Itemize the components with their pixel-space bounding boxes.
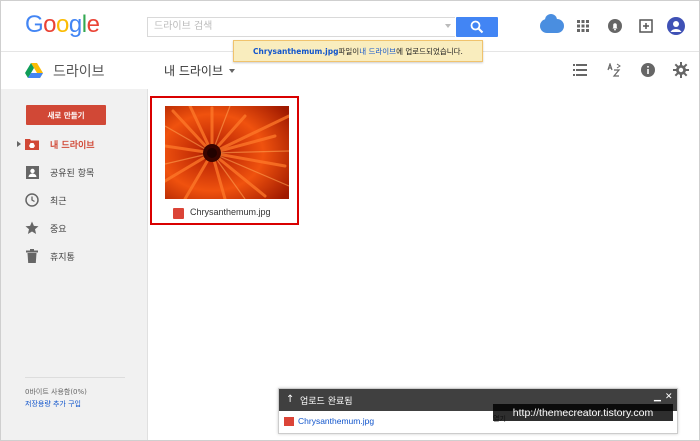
search-icon xyxy=(470,20,484,34)
watermark: http://themecreator.tistory.com xyxy=(493,404,673,421)
image-file-icon xyxy=(173,208,184,219)
search-options-caret-icon[interactable] xyxy=(445,24,451,28)
star-icon xyxy=(25,221,39,235)
cloud-icon[interactable] xyxy=(540,14,564,33)
file-name: Chrysanthemum.jpg xyxy=(190,207,271,217)
image-file-icon xyxy=(284,417,294,426)
sidebar-item-label: 최근 xyxy=(50,196,67,207)
search-button[interactable] xyxy=(456,17,498,37)
toast-text: 파일이 xyxy=(338,46,360,56)
info-icon[interactable] xyxy=(639,61,657,79)
upload-panel-title: 업로드 완료됨 xyxy=(300,397,353,407)
logo-letter: o xyxy=(43,11,57,38)
share-plus-icon[interactable] xyxy=(637,17,655,35)
logo-letter: G xyxy=(25,11,44,38)
divider xyxy=(25,377,125,378)
minimize-icon[interactable]: ▁ xyxy=(654,392,661,402)
sidebar-item-label: 휴지통 xyxy=(50,252,75,263)
sort-az-icon[interactable] xyxy=(605,61,623,79)
sidebar-item-recent[interactable]: 최근 xyxy=(1,190,147,210)
file-card-selected[interactable]: Chrysanthemum.jpg xyxy=(150,96,299,225)
image-thumbnail xyxy=(165,106,289,199)
product-title: 드라이브 xyxy=(53,64,105,80)
sidebar-item-label: 내 드라이브 xyxy=(50,140,95,151)
account-avatar[interactable] xyxy=(667,17,685,35)
google-logo[interactable]: Google xyxy=(25,11,100,39)
sidebar-item-trash[interactable]: 휴지통 xyxy=(1,246,147,266)
notifications-bell-icon[interactable] xyxy=(606,17,624,35)
storage-usage-text: 0바이트 사용함(0%) xyxy=(25,388,87,396)
trash-icon xyxy=(25,249,39,263)
upload-file-name[interactable]: Chrysanthemum.jpg xyxy=(298,416,374,426)
logo-letter: e xyxy=(86,11,100,38)
list-view-icon[interactable] xyxy=(571,61,589,79)
expand-arrow-icon[interactable] xyxy=(17,141,21,147)
upload-notification-toast: Chrysanthemum.jpg 파일이 내 드라이브 에 업로드되었습니다. xyxy=(233,40,483,62)
close-icon[interactable]: ✕ xyxy=(665,392,673,402)
sidebar-item-label: 공유된 항목 xyxy=(50,168,95,179)
new-button[interactable]: 새로 만들기 xyxy=(26,105,106,125)
logo-letter: g xyxy=(68,11,82,38)
search-input[interactable]: 드라이브 검색 xyxy=(147,17,455,37)
current-folder-dropdown[interactable]: 내 드라이브 xyxy=(164,62,223,79)
toast-text: 에 업로드되었습니다. xyxy=(396,46,463,56)
buy-storage-link[interactable]: 저장용량 추가 구입 xyxy=(25,399,81,409)
sidebar: 새로 만들기 내 드라이브 공유된 항목 최근 중요 휴지통 0바이트 사용함(… xyxy=(1,89,148,440)
toast-filename: Chrysanthemum.jpg xyxy=(253,46,339,56)
sidebar-item-my-drive[interactable]: 내 드라이브 xyxy=(1,134,147,154)
clock-icon xyxy=(25,193,39,207)
sidebar-item-starred[interactable]: 중요 xyxy=(1,218,147,238)
settings-gear-icon[interactable] xyxy=(672,61,690,79)
sidebar-item-label: 중요 xyxy=(50,224,67,235)
logo-letter: o xyxy=(56,11,69,38)
apps-grid-icon[interactable] xyxy=(574,17,592,35)
upload-arrow-icon: ↑ xyxy=(286,394,295,405)
chevron-down-icon[interactable] xyxy=(229,69,235,73)
sidebar-item-shared[interactable]: 공유된 항목 xyxy=(1,162,147,182)
app-window: Google 드라이브 검색 Chrysanthemum.jpg 파일이 내 드… xyxy=(0,0,700,441)
toast-location-link[interactable]: 내 드라이브 xyxy=(359,46,396,57)
folder-drive-icon xyxy=(25,137,39,151)
shared-icon xyxy=(25,165,39,179)
drive-logo-icon[interactable] xyxy=(25,62,43,80)
